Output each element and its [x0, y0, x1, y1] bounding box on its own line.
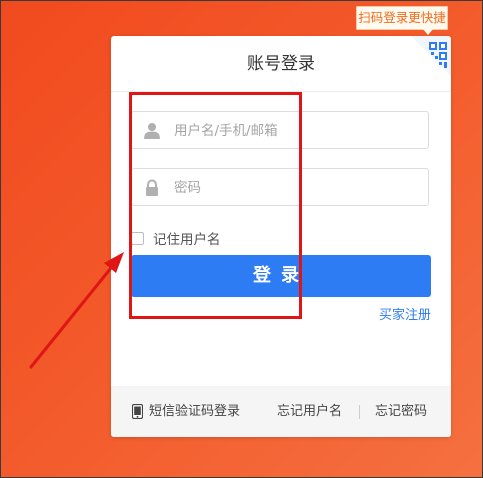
screenshot-frame: 扫码登录更快捷 账号登录 用户名/手机/邮箱 记住用户名 登录 买家注册 短信验…	[0, 0, 483, 478]
annotation-arrow-icon	[29, 252, 124, 369]
